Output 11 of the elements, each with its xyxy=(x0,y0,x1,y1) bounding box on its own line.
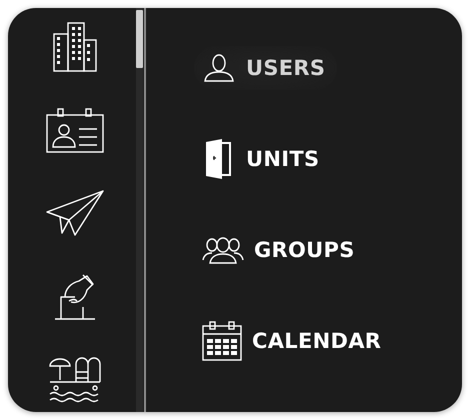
menu-item[interactable]: CALENDAR xyxy=(194,319,394,363)
menu-item[interactable]: GROUPS xyxy=(194,228,367,272)
buildings-icon xyxy=(53,22,97,72)
calendar-icon xyxy=(202,321,242,361)
scrollbar-thumb[interactable] xyxy=(136,10,143,68)
group-icon xyxy=(202,236,244,264)
user-icon xyxy=(202,54,236,82)
menu-item[interactable]: UNITS xyxy=(194,137,332,181)
scrollbar[interactable] xyxy=(136,8,143,412)
id-card-icon xyxy=(46,107,104,154)
paper-plane-icon xyxy=(46,190,104,236)
